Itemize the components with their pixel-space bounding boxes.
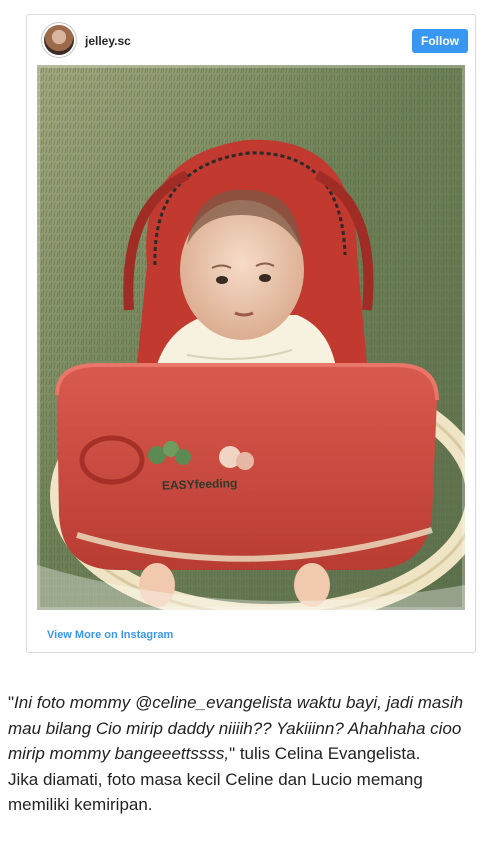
caption-attribution: " tulis Celina Evangelista. bbox=[229, 744, 421, 763]
instagram-embed-card: jelley.sc Follow EASYfeeding View More o… bbox=[26, 14, 476, 653]
post-photo[interactable]: EASYfeeding bbox=[37, 65, 465, 610]
follow-button[interactable]: Follow bbox=[412, 29, 468, 53]
instagram-post-header: jelley.sc Follow bbox=[27, 15, 475, 65]
username-link[interactable]: jelley.sc bbox=[85, 34, 131, 48]
article-caption: "Ini foto mommy @celine_evangelista wakt… bbox=[8, 690, 478, 818]
walker-decal-label: EASYfeeding bbox=[162, 476, 238, 493]
view-more-on-instagram-link[interactable]: View More on Instagram bbox=[47, 629, 173, 641]
user-avatar[interactable] bbox=[44, 25, 74, 55]
caption-body: Jika diamati, foto masa kecil Celine dan… bbox=[8, 769, 423, 815]
